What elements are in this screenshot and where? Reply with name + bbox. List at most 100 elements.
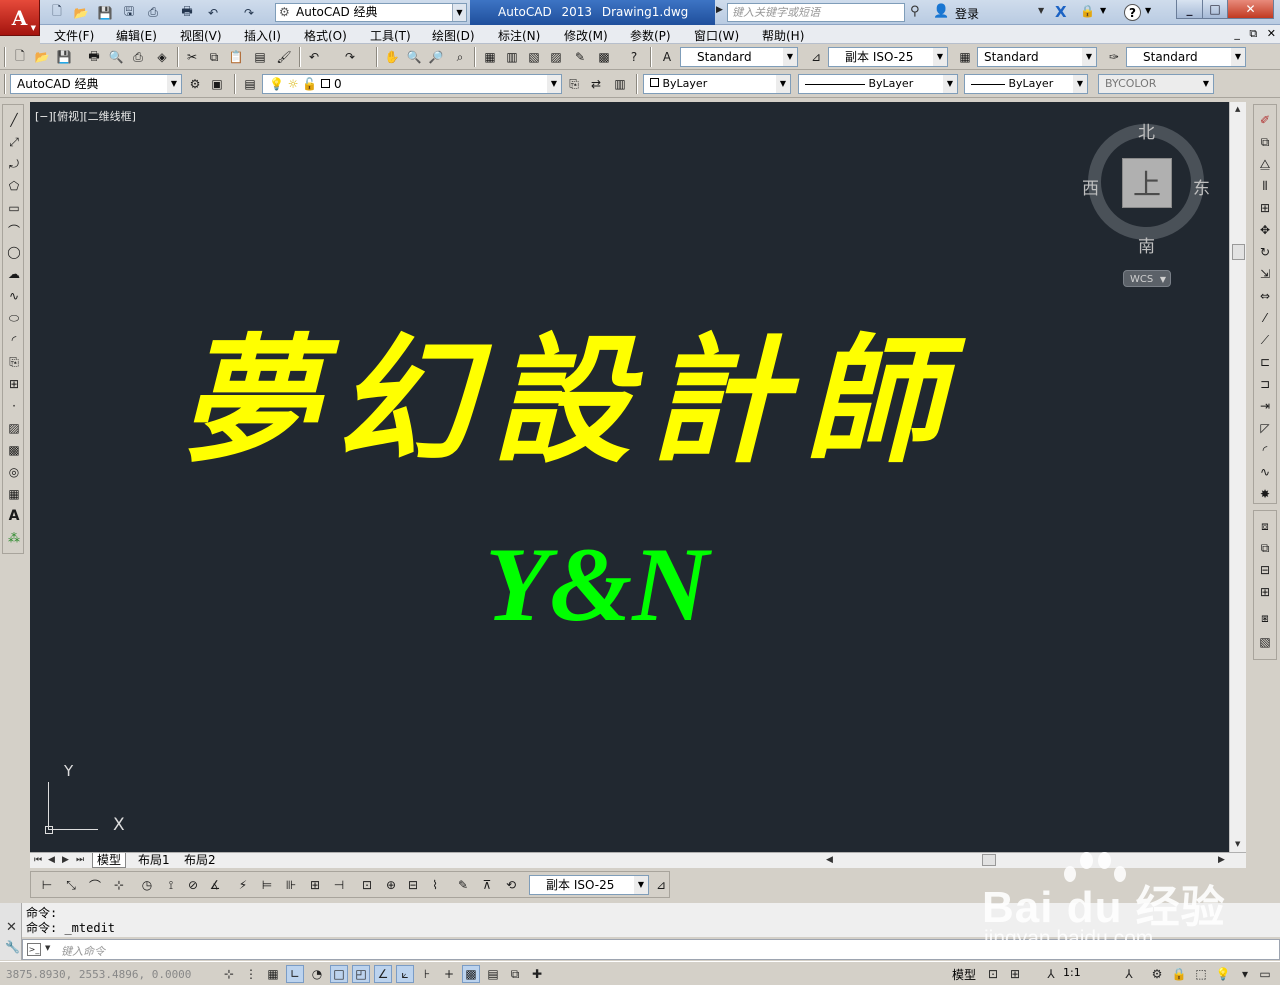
- viewcube-top-face[interactable]: 上: [1122, 158, 1172, 208]
- polygon-icon[interactable]: ⬠: [5, 177, 23, 195]
- fillet-icon[interactable]: ◜: [1256, 441, 1274, 459]
- clean-screen-icon[interactable]: ▭: [1256, 965, 1274, 983]
- dimension-edit-icon[interactable]: ✎: [453, 875, 473, 895]
- compass-north[interactable]: 北: [1138, 118, 1155, 143]
- layer-states-icon[interactable]: ▥: [610, 74, 630, 94]
- angular-icon[interactable]: ∡: [205, 875, 225, 895]
- 3d-dwf-icon[interactable]: ◈: [152, 47, 172, 67]
- gradient-icon[interactable]: ▩: [5, 441, 23, 459]
- spline-icon[interactable]: ∿: [5, 287, 23, 305]
- print-icon[interactable]: 🖶: [178, 4, 196, 21]
- diameter-icon[interactable]: ⊘: [183, 875, 203, 895]
- markup-icon[interactable]: ✎: [570, 47, 590, 67]
- drawing-text-sub[interactable]: Y&N: [485, 532, 709, 638]
- dimension-style-icon[interactable]: ⊿: [651, 875, 671, 895]
- chevron-right-icon[interactable]: ▶: [716, 5, 726, 20]
- prompt-icon[interactable]: >_: [27, 943, 41, 956]
- menu-format[interactable]: 格式(O): [304, 27, 347, 44]
- annotation-scale-value[interactable]: 1:1: [1063, 966, 1081, 979]
- 3d-object-snap-icon[interactable]: ◰: [352, 965, 370, 983]
- application-menu-button[interactable]: A ▼: [0, 0, 40, 36]
- layer-properties-icon[interactable]: ▤: [240, 74, 260, 94]
- save-icon[interactable]: 💾: [54, 47, 74, 67]
- center-mark-icon[interactable]: ⊕: [381, 875, 401, 895]
- ellipse-icon[interactable]: ⬭: [5, 309, 23, 327]
- vertical-scrollbar[interactable]: ▲ ▼: [1229, 102, 1246, 852]
- circle-icon[interactable]: ◯: [5, 243, 23, 261]
- pan-icon[interactable]: ✋: [382, 47, 402, 67]
- radius-icon[interactable]: ◷: [137, 875, 157, 895]
- grid-display-icon[interactable]: ▦: [264, 965, 282, 983]
- table-style-select[interactable]: Standard ▼: [977, 47, 1097, 67]
- print-preview-icon[interactable]: 🔍: [106, 47, 126, 67]
- scroll-up-icon[interactable]: ▲: [1235, 105, 1240, 113]
- explode-icon[interactable]: ✸: [1256, 485, 1274, 503]
- jogged-linear-icon[interactable]: ⌇: [425, 875, 445, 895]
- zoom-window-icon[interactable]: 🔎: [426, 47, 446, 67]
- compass-south[interactable]: 南: [1138, 232, 1155, 257]
- chevron-down-icon[interactable]: ▼: [45, 944, 50, 952]
- redo-icon[interactable]: ↷: [340, 47, 360, 67]
- add-selected-icon[interactable]: ⁂: [5, 529, 23, 547]
- linetype-select[interactable]: ByLayer ▼: [798, 74, 958, 94]
- workspace-settings-icon[interactable]: ⚙: [185, 74, 205, 94]
- break-at-point-icon[interactable]: ⊏: [1256, 353, 1274, 371]
- menu-tools[interactable]: 工具(T): [370, 27, 411, 44]
- text-style-select[interactable]: Standard ▼: [680, 47, 798, 67]
- continue-icon[interactable]: ⊪: [281, 875, 301, 895]
- quick-view-layouts-icon[interactable]: ⊡: [984, 965, 1002, 983]
- tolerance-icon[interactable]: ⊡: [357, 875, 377, 895]
- text-style-icon[interactable]: A: [657, 47, 677, 67]
- ellipse-arc-icon[interactable]: ◜: [5, 331, 23, 349]
- dimension-style-select[interactable]: 副本 ISO-25 ▼: [828, 47, 948, 67]
- text-to-front-icon[interactable]: ⧆: [1256, 609, 1274, 627]
- model-space-toggle[interactable]: 模型: [952, 966, 976, 983]
- offset-icon[interactable]: ⫴: [1256, 177, 1274, 195]
- previous-tab-icon[interactable]: ◀: [48, 855, 55, 865]
- tab-layout1[interactable]: 布局1: [134, 853, 174, 868]
- layer-select[interactable]: 💡 ☼ 🔓 0 ▼: [262, 74, 562, 94]
- workspace-switching-icon[interactable]: ⚙: [1148, 965, 1166, 983]
- bring-above-icon[interactable]: ⊟: [1256, 561, 1274, 579]
- rectangle-icon[interactable]: ▭: [5, 199, 23, 217]
- undo-icon[interactable]: ↶: [204, 4, 222, 21]
- baseline-icon[interactable]: ⊨: [257, 875, 277, 895]
- send-to-back-icon[interactable]: ⧉: [1256, 539, 1274, 557]
- make-current-layer-icon[interactable]: ⎘: [564, 74, 584, 94]
- quick-properties-icon[interactable]: ▤: [484, 965, 502, 983]
- linear-dimension-icon[interactable]: ⊢: [37, 875, 57, 895]
- selection-cycling-icon[interactable]: ⧉: [506, 965, 524, 983]
- open-file-icon[interactable]: 📂: [32, 47, 52, 67]
- compass-east[interactable]: 东: [1193, 174, 1210, 199]
- copy-object-icon[interactable]: ⧉: [1256, 133, 1274, 151]
- document-window-controls[interactable]: _ ⧉ ✕: [1234, 27, 1276, 41]
- dimension-style-icon[interactable]: ⊿: [806, 47, 826, 67]
- wcs-menu-button[interactable]: WCS ▼: [1123, 270, 1171, 287]
- object-snap-icon[interactable]: □: [330, 965, 348, 983]
- color-select[interactable]: ByLayer ▼: [643, 74, 791, 94]
- erase-icon[interactable]: ✐: [1256, 111, 1274, 129]
- viewcube[interactable]: 上 北 南 东 西 WCS ▼: [1082, 114, 1210, 294]
- cut-icon[interactable]: ✂: [182, 47, 202, 67]
- bring-to-front-icon[interactable]: ⧈: [1256, 517, 1274, 535]
- show-lineweight-icon[interactable]: +: [440, 965, 458, 983]
- zoom-previous-icon[interactable]: ⌕: [450, 47, 470, 67]
- toolbar-grip[interactable]: [4, 47, 6, 67]
- quick-view-drawings-icon[interactable]: ⊞: [1006, 965, 1024, 983]
- menu-edit[interactable]: 编辑(E): [116, 27, 157, 44]
- command-input[interactable]: >_ ▼ 键入命令: [22, 939, 1280, 960]
- search-input[interactable]: 键入关键字或短语: [727, 3, 905, 22]
- annotation-scale-icon[interactable]: ⅄: [1042, 965, 1060, 983]
- close-icon[interactable]: ✕: [6, 920, 17, 935]
- dimension-style-select[interactable]: 副本 ISO-25 ▼: [529, 875, 649, 895]
- open-file-icon[interactable]: 📂: [72, 4, 90, 21]
- dimension-update-icon[interactable]: ⟲: [501, 875, 521, 895]
- minimize-button[interactable]: _: [1176, 0, 1203, 19]
- properties-icon[interactable]: ▦: [480, 47, 500, 67]
- transparency-icon[interactable]: ▩: [462, 965, 480, 983]
- first-tab-icon[interactable]: ⏮: [34, 855, 42, 865]
- tab-layout2[interactable]: 布局2: [180, 853, 220, 868]
- application-status-menu-icon[interactable]: ▾: [1236, 965, 1254, 983]
- menu-modify[interactable]: 修改(M): [564, 27, 608, 44]
- hatch-icon[interactable]: ▨: [5, 419, 23, 437]
